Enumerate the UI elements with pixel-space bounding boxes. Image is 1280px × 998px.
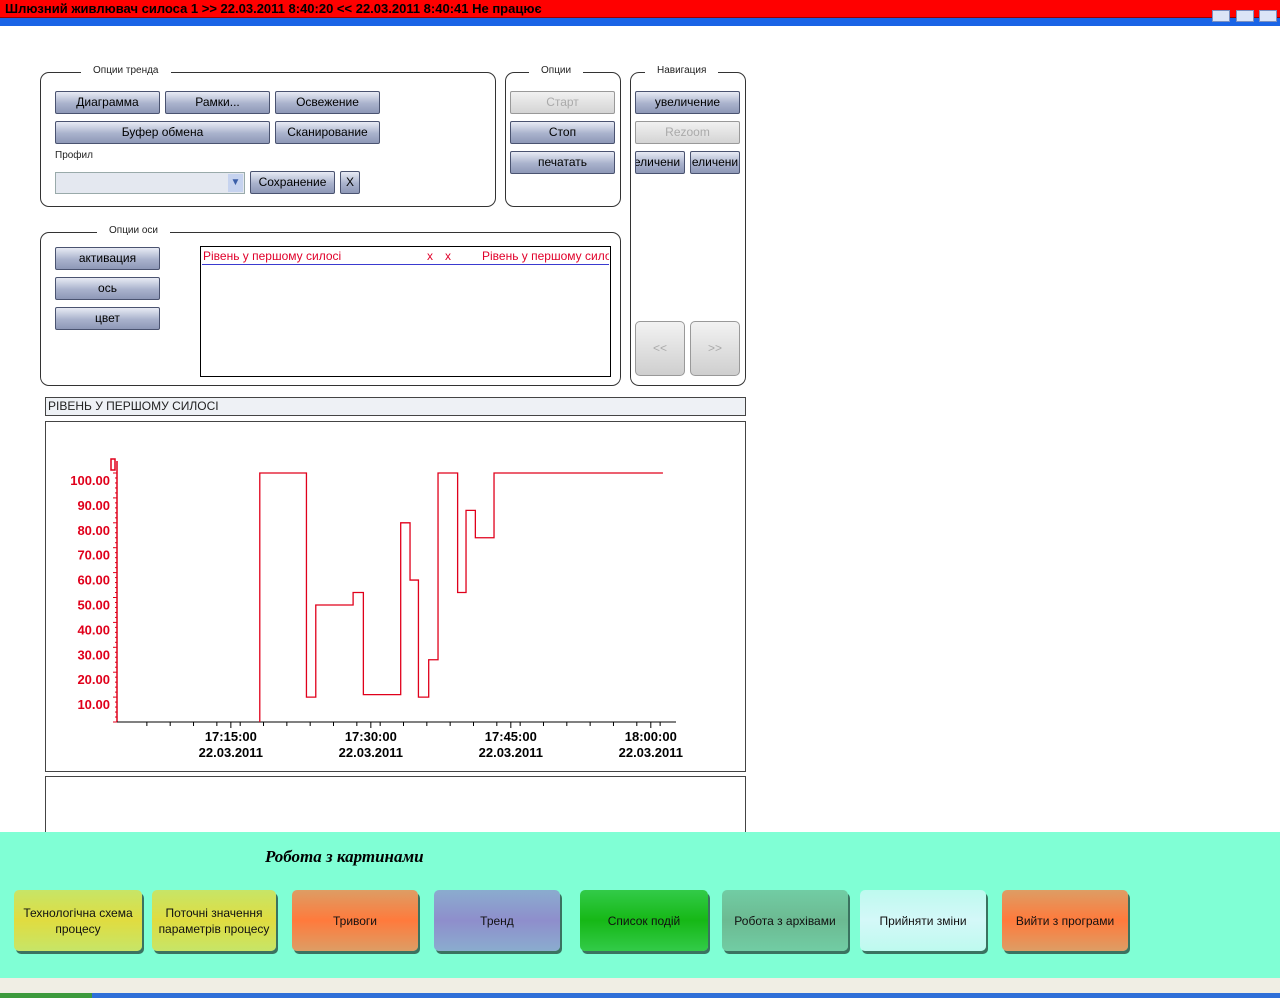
activate-button[interactable]: активация (55, 247, 160, 270)
x-tick-time: 17:45:00 (485, 729, 537, 744)
nav-button-3[interactable]: Тривоги (292, 890, 418, 951)
y-tick-label: 100.00 (70, 473, 110, 488)
delete-profile-button[interactable]: X (340, 171, 360, 194)
nav-button-6[interactable]: Робота з архівами (722, 890, 848, 951)
nav-button-2[interactable]: Поточні значення параметрів процесу (152, 890, 276, 951)
start-button[interactable]: Старт (510, 91, 615, 114)
pen-list[interactable]: Рівень у першому силосі x x Рівень у пер… (200, 246, 611, 377)
zoom-in-button[interactable]: увеличение (635, 91, 740, 114)
scan-button[interactable]: Сканирование (275, 121, 380, 144)
print-button[interactable]: печатать (510, 151, 615, 174)
profile-label: Профил (55, 150, 93, 161)
zoom-x-button[interactable]: еличени (635, 151, 685, 174)
trend-line-level-silo-1 (259, 472, 663, 722)
x-tick-time: 17:15:00 (205, 729, 257, 744)
x-tick-date: 22.03.2011 (619, 745, 683, 760)
y-tick-label: 20.00 (77, 672, 110, 687)
stop-button[interactable]: Стоп (510, 121, 615, 144)
panel-legend: Опции тренда (81, 65, 171, 76)
scroll-back-button[interactable]: << (635, 321, 685, 376)
profile-select[interactable]: ▼ (55, 172, 245, 194)
trend-title: РІВЕНЬ У ПЕРШОМУ СИЛОСІ (45, 397, 746, 416)
zoom-y-button[interactable]: еличени (690, 151, 740, 174)
clipboard-button[interactable]: Буфер обмена (55, 121, 270, 144)
nav-button-4[interactable]: Тренд (434, 890, 560, 951)
y-tick-label: 70.00 (77, 548, 110, 563)
pen-flag-2: x (445, 249, 451, 263)
y-tick-label: 30.00 (77, 647, 110, 662)
maximize-button[interactable] (1236, 10, 1254, 22)
nav-button-5[interactable]: Список подій (580, 890, 708, 951)
nav-button-8[interactable]: Вийти з програми (1002, 890, 1128, 951)
y-tick-label: 90.00 (77, 498, 110, 513)
minimize-button[interactable] (1212, 10, 1230, 22)
y-axis-marker (110, 458, 116, 471)
close-window-button[interactable] (1259, 10, 1277, 22)
nav-button-7[interactable]: Прийняти зміни (860, 890, 986, 951)
secondary-chart-area (45, 776, 746, 836)
x-tick-date: 22.03.2011 (479, 745, 543, 760)
pen-flag-1: x (427, 249, 433, 263)
axis-button[interactable]: ось (55, 277, 160, 300)
window-caption (0, 10, 1280, 26)
nav-button-1[interactable]: Технологічна схема процесу (14, 890, 142, 951)
y-tick-label: 10.00 (77, 697, 110, 712)
pen-name: Рівень у першому силосі (203, 249, 342, 263)
rezoom-button[interactable]: Rezoom (635, 121, 740, 144)
scroll-forward-button[interactable]: >> (690, 321, 740, 376)
panel-legend: Опции оси (97, 225, 171, 236)
color-button[interactable]: цвет (55, 307, 160, 330)
diagram-button[interactable]: Диаграмма (55, 91, 160, 114)
trend-chart-svg: 10.00 20.00 30.00 40.00 50.00 60.00 70.00 80.00… (70, 458, 683, 760)
pen-description: Рівень у першому силосі (482, 249, 609, 263)
start-button-edge[interactable] (0, 993, 92, 998)
x-tick-time: 18:00:00 (625, 729, 677, 744)
pen-row[interactable]: Рівень у першому силосі x x Рівень у пер… (202, 248, 609, 265)
save-profile-button[interactable]: Сохранение (250, 171, 335, 194)
panel-legend: Навигация (645, 65, 719, 76)
x-tick-date: 22.03.2011 (339, 745, 403, 760)
taskbar-strip (0, 993, 1280, 998)
y-tick-label: 50.00 (77, 598, 110, 613)
frames-button[interactable]: Рамки... (165, 91, 270, 114)
refresh-button[interactable]: Освежение (275, 91, 380, 114)
y-tick-label: 40.00 (77, 622, 110, 637)
x-tick-date: 22.03.2011 (199, 745, 263, 760)
footer-title: Робота з картинами (265, 847, 424, 866)
x-tick-time: 17:30:00 (345, 729, 397, 744)
trend-chart[interactable]: 10.00 20.00 30.00 40.00 50.00 60.00 70.00 80.00… (45, 421, 746, 772)
y-tick-label: 60.00 (77, 573, 110, 588)
panel-legend: Опции (529, 65, 584, 76)
chevron-down-icon[interactable]: ▼ (228, 174, 243, 192)
y-tick-label: 80.00 (77, 523, 110, 538)
alarm-title-bar: Шлюзний живлювач силоса 1 >> 22.03.2011 … (0, 0, 1280, 18)
